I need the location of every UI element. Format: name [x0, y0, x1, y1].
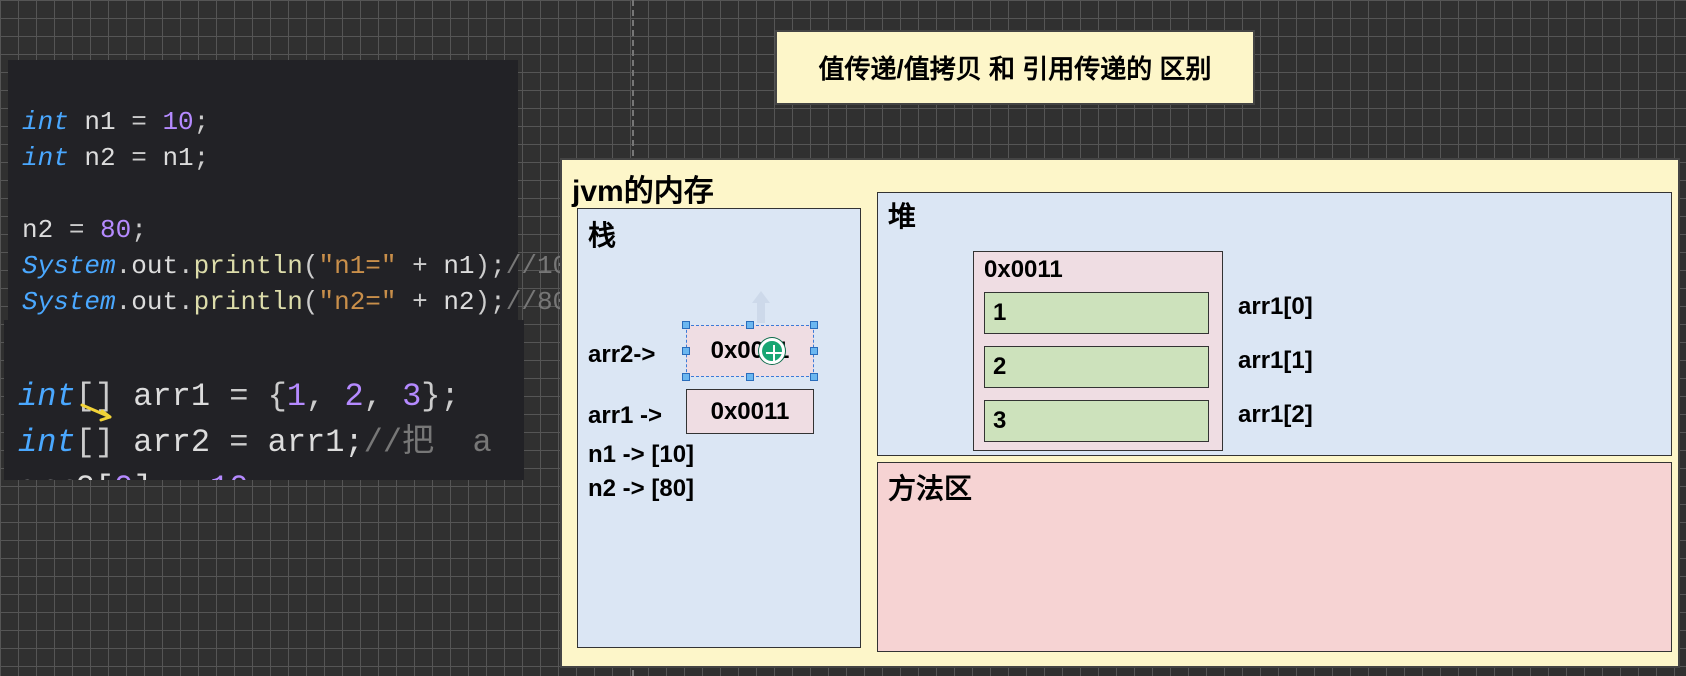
obj-label-1: arr1[1]: [1238, 347, 1313, 375]
code-block-1: int n1 = 10; int n2 = n1; n2 = 80; Syste…: [8, 60, 518, 328]
pointer-arrow-icon: [80, 401, 120, 423]
heap-title: 堆: [888, 195, 916, 235]
stack-arr1-label: arr1 ->: [588, 402, 662, 430]
move-cursor-icon[interactable]: [759, 338, 785, 364]
stack-box: 栈 arr2-> 0x0011 arr1 -> 0x0011 n1 -> [10…: [577, 208, 861, 648]
heap-object: 0x0011 1 2 3: [973, 251, 1223, 451]
sel-handle[interactable]: [810, 347, 818, 355]
heap-box: 堆 0x0011 1 2 3 arr1[0] arr1[1] arr1[2]: [877, 192, 1672, 456]
sel-handle[interactable]: [810, 321, 818, 329]
method-area-box: 方法区: [877, 462, 1672, 652]
code-block-2: int[] arr1 = {1, 2, 3}; int[] arr2 = arr…: [4, 320, 524, 480]
obj-label-2: arr1[2]: [1238, 401, 1313, 429]
stack-arr2-label: arr2->: [588, 341, 655, 369]
obj-cell-1: 2: [984, 346, 1209, 388]
jvm-memory-box: jvm的内存 栈 arr2-> 0x0011 arr1 -> 0x0011 n1…: [560, 158, 1680, 668]
sel-handle[interactable]: [810, 373, 818, 381]
obj-cell-0: 1: [984, 292, 1209, 334]
obj-label-0: arr1[0]: [1238, 293, 1313, 321]
arr1-addr-text: 0x0011: [711, 398, 790, 426]
stack-n1: n1 -> [10]: [588, 441, 694, 469]
title-text: 值传递/值拷贝 和 引用传递的 区别: [819, 49, 1212, 86]
sel-handle[interactable]: [682, 347, 690, 355]
sel-handle[interactable]: [746, 321, 754, 329]
obj-cell-2: 3: [984, 400, 1209, 442]
stack-n2: n2 -> [80]: [588, 475, 694, 503]
stack-arr2-addr-cell[interactable]: 0x0011: [686, 325, 814, 377]
method-area-title: 方法区: [888, 467, 972, 507]
stack-title: 栈: [588, 214, 616, 254]
obj-address: 0x0011: [984, 256, 1063, 284]
sel-handle[interactable]: [682, 373, 690, 381]
diagram-title: 值传递/值拷贝 和 引用传递的 区别: [775, 30, 1255, 105]
stack-arr1-addr-cell: 0x0011: [686, 389, 814, 434]
sel-handle[interactable]: [746, 373, 754, 381]
jvm-title: jvm的内存: [572, 166, 714, 210]
kw-int: int: [22, 107, 69, 137]
sel-handle[interactable]: [682, 321, 690, 329]
